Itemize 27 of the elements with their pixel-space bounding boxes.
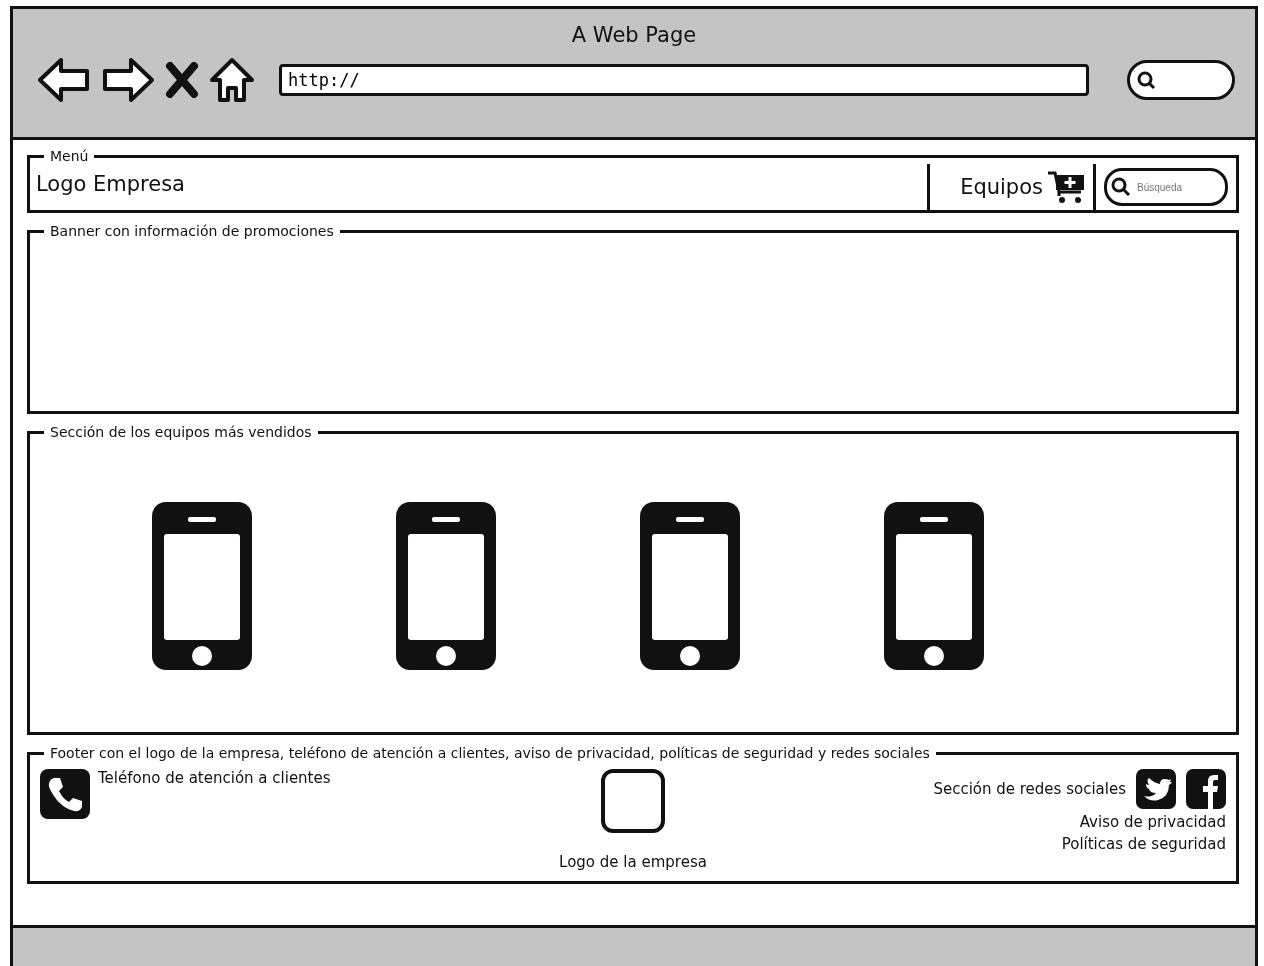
bird-icon[interactable] [1136, 769, 1176, 809]
window-title: A Web Page [571, 23, 697, 47]
section-label: Banner con información de promociones [49, 223, 335, 239]
footer-link[interactable]: Políticas de seguridad [1061, 835, 1226, 853]
section-label: Menú [49, 148, 90, 164]
search-field[interactable]: Búsqueda [1104, 168, 1228, 206]
social-text: Sección de redes sociales [933, 780, 1126, 798]
footer-link[interactable]: Aviso de privacidad [1079, 813, 1226, 831]
phone-text: Teléfono de atención a clientes [98, 769, 331, 787]
section-label: Footer con el logo de la empresa, teléfono de atención a clientes, aviso de privacidad, políticas de seguridad y redes sociales [49, 745, 931, 761]
smartphone-icon [150, 500, 254, 672]
logo-placeholder [601, 769, 665, 833]
search-icon [1136, 70, 1156, 90]
logo-caption: Logo de la empresa [559, 853, 707, 871]
back-arrow-icon[interactable] [37, 57, 91, 103]
section-label: Sección de los equipos más vendidos [49, 424, 313, 440]
smartphone-icon [882, 500, 986, 672]
smartphone-icon [638, 500, 742, 672]
phone-icon [40, 769, 90, 819]
facebook-icon[interactable] [1186, 769, 1226, 809]
close-icon[interactable] [165, 62, 199, 98]
smartphone-icon [394, 500, 498, 672]
cart-icon [1047, 170, 1087, 204]
search-field[interactable] [1127, 60, 1235, 100]
address-field[interactable]: http:// [279, 64, 1089, 96]
forward-arrow-icon[interactable] [101, 57, 155, 103]
home-icon[interactable] [209, 57, 255, 103]
